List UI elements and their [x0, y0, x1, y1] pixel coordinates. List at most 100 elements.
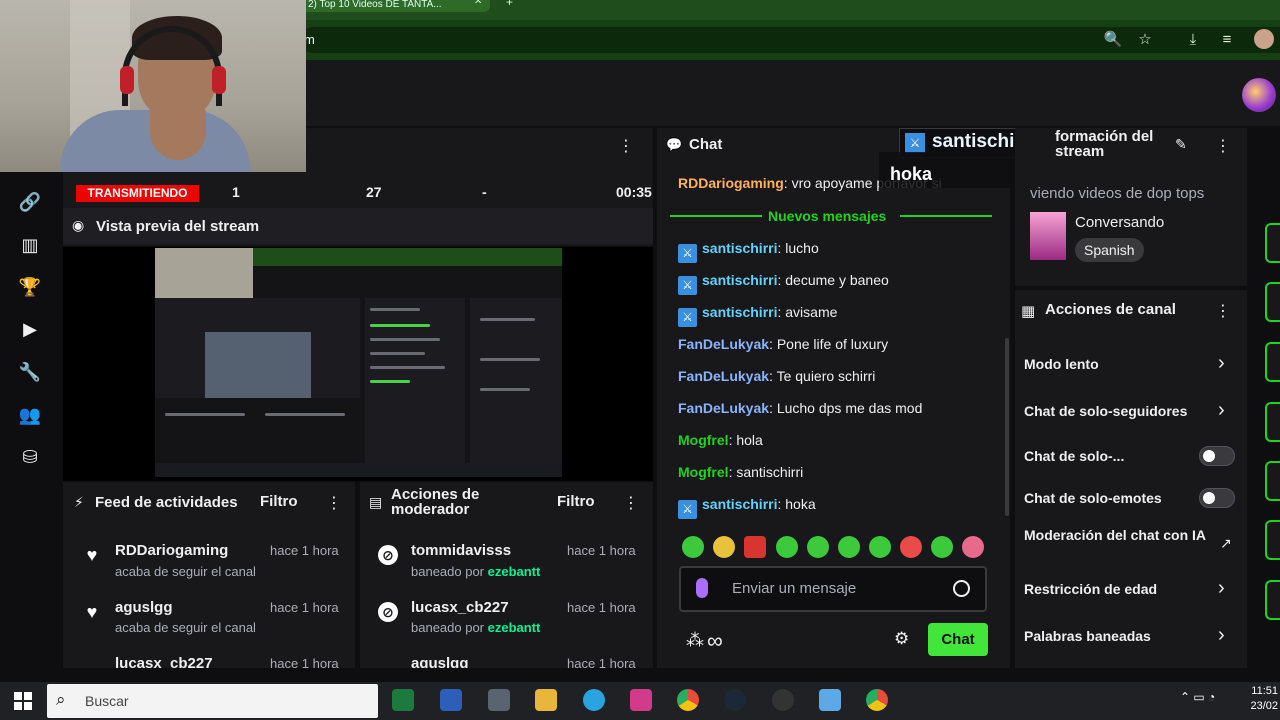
analytics-icon[interactable]: ▥	[18, 233, 42, 257]
quick-action-button[interactable]	[1265, 342, 1280, 382]
browser-profile-avatar[interactable]	[1254, 29, 1274, 49]
star-icon[interactable]: ☆	[1135, 30, 1155, 50]
emote-icon[interactable]	[962, 536, 984, 558]
mod-more-icon[interactable]: ⋮	[623, 493, 639, 513]
mod-filter-button[interactable]: Filtro	[557, 493, 595, 510]
category-box-art[interactable]	[1030, 212, 1066, 260]
feed-filter-button[interactable]: Filtro	[260, 493, 298, 510]
steam-icon[interactable]	[724, 689, 746, 711]
action-emote-only[interactable]: Chat de solo-emotes	[1024, 491, 1162, 506]
emote-icon[interactable]	[682, 536, 704, 558]
quick-action-button[interactable]	[1265, 580, 1280, 620]
edit-icon[interactable]: ✎	[1175, 136, 1187, 153]
system-tray-icons[interactable]: ⌃ ▭ ◔	[1180, 690, 1215, 704]
mod-item-name[interactable]: lucasx_cb227	[411, 599, 509, 616]
emote-icon[interactable]	[776, 536, 798, 558]
word-icon[interactable]	[440, 689, 462, 711]
download-icon[interactable]: ⤓	[1183, 30, 1203, 50]
chevron-right-icon[interactable]: ›	[1218, 624, 1225, 647]
chat-scrollbar[interactable]	[1005, 338, 1009, 516]
quick-action-button[interactable]	[1265, 461, 1280, 501]
calculator-icon[interactable]	[488, 689, 510, 711]
more-options-icon[interactable]: ⋮	[618, 136, 634, 156]
quick-action-button[interactable]	[1265, 223, 1280, 263]
chat-send-button[interactable]: Chat	[928, 623, 988, 656]
telegram-icon[interactable]	[583, 689, 605, 711]
mod-item-name[interactable]: tommidavisss	[411, 542, 511, 559]
external-link-icon[interactable]: ↗	[1220, 535, 1232, 552]
preview-title: Vista previa del stream	[96, 218, 260, 235]
obs-icon[interactable]	[772, 689, 794, 711]
user-avatar[interactable]	[1242, 78, 1276, 112]
action-banned-words[interactable]: Palabras baneadas	[1024, 629, 1151, 644]
chat-username[interactable]: santischirri	[702, 496, 777, 512]
feed-item-name[interactable]: RDDariogaming	[115, 542, 228, 559]
content-icon[interactable]: ▶	[18, 317, 42, 341]
microphone-icon[interactable]	[696, 578, 708, 598]
feed-item-name[interactable]: lucasx_cb227	[115, 655, 213, 668]
close-tab-icon[interactable]: ✕	[474, 0, 482, 7]
chrome-icon[interactable]	[677, 689, 699, 711]
language-tag[interactable]: Spanish	[1075, 238, 1144, 262]
emote-icon[interactable]	[838, 536, 860, 558]
quick-action-button[interactable]	[1265, 282, 1280, 322]
emoji-icon[interactable]	[953, 580, 970, 597]
chat-username[interactable]: FanDeLukyak	[678, 336, 769, 352]
app-icon[interactable]	[630, 689, 652, 711]
emote-icon[interactable]	[869, 536, 891, 558]
chat-username[interactable]: RDDariogaming	[678, 175, 784, 191]
actions-more-icon[interactable]: ⋮	[1215, 301, 1231, 321]
game-icon[interactable]	[819, 689, 841, 711]
file-explorer-icon[interactable]	[535, 689, 557, 711]
moderator-link[interactable]: ezebantt	[488, 620, 541, 635]
monetization-icon[interactable]: ⛁	[18, 445, 42, 469]
action-ai-moderation[interactable]: Moderación del chat con IA	[1024, 528, 1209, 543]
community-icon[interactable]: 👥	[18, 403, 42, 427]
chat-username[interactable]: Mogfrel	[678, 432, 729, 448]
stream-preview-video[interactable]	[155, 248, 562, 477]
subs-only-toggle[interactable]	[1199, 446, 1235, 466]
feed-item-time: hace 1 hora	[270, 656, 339, 668]
new-tab-icon[interactable]: +	[506, 0, 513, 9]
emote-icon[interactable]	[931, 536, 953, 558]
chevron-right-icon[interactable]: ›	[1218, 577, 1225, 600]
action-subs-only[interactable]: Chat de solo-...	[1024, 449, 1124, 464]
quick-action-button[interactable]	[1265, 402, 1280, 442]
quick-action-button[interactable]	[1265, 520, 1280, 560]
taskbar-clock[interactable]: 11:51 23/02	[1226, 684, 1278, 714]
moderator-link[interactable]: ezebantt	[488, 564, 541, 579]
gear-icon[interactable]: ⚙	[894, 629, 909, 649]
url-field[interactable]: m	[300, 27, 1280, 53]
action-slow-mode[interactable]: Modo lento	[1024, 357, 1099, 372]
mod-item-name[interactable]: aguslgg	[411, 655, 469, 668]
emote-icon[interactable]	[807, 536, 829, 558]
info-more-icon[interactable]: ⋮	[1215, 136, 1231, 156]
chevron-right-icon[interactable]: ›	[1218, 399, 1225, 422]
feed-item-name[interactable]: aguslgg	[115, 599, 173, 616]
chat-username[interactable]: Mogfrel	[678, 464, 729, 480]
emote-only-toggle[interactable]	[1199, 488, 1235, 508]
playlist-icon[interactable]: ≡	[1217, 30, 1237, 50]
emote-icon[interactable]	[900, 536, 922, 558]
channel-points-icon[interactable]: ⁂	[686, 630, 704, 651]
excel-icon[interactable]	[392, 689, 414, 711]
emote-icon[interactable]	[744, 536, 766, 558]
browser-tab[interactable]: 2) Top 10 Videos DE TANTA...	[300, 0, 490, 12]
emote-icon[interactable]	[713, 536, 735, 558]
zoom-icon[interactable]: 🔍	[1103, 30, 1123, 50]
chat-username[interactable]: santischirri	[702, 240, 777, 256]
chat-username[interactable]: FanDeLukyak	[678, 400, 769, 416]
chat-username[interactable]: santischirri	[702, 304, 777, 320]
chrome-icon[interactable]	[866, 689, 888, 711]
category-name[interactable]: Conversando	[1075, 214, 1164, 231]
feed-more-icon[interactable]: ⋮	[326, 493, 342, 513]
chevron-right-icon[interactable]: ›	[1218, 352, 1225, 375]
link-icon[interactable]: 🔗	[18, 190, 42, 214]
chat-username[interactable]: santischirri	[702, 272, 777, 288]
wrench-icon[interactable]: 🔧	[18, 360, 42, 384]
windows-start-icon[interactable]	[14, 692, 32, 710]
action-age-restriction[interactable]: Restricción de edad	[1024, 582, 1157, 597]
trophy-icon[interactable]: 🏆	[18, 275, 42, 299]
chat-username[interactable]: FanDeLukyak	[678, 368, 769, 384]
action-followers-only[interactable]: Chat de solo-seguidores	[1024, 404, 1187, 419]
